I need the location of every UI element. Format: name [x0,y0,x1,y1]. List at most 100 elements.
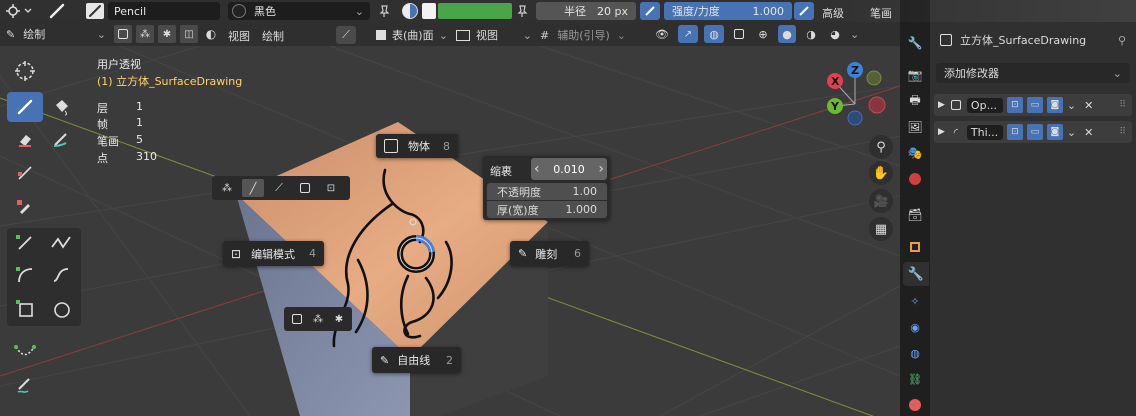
brush-preview-icon[interactable] [86,3,104,19]
eyedropper-tool[interactable] [7,192,43,222]
tool-tab-icon[interactable]: 🔧 [906,34,924,52]
pie-sculpt-mode[interactable]: ✎ 雕刻 6 [510,241,589,266]
fill-tool[interactable] [46,92,76,122]
scale-field[interactable]: ‹ 0.010 › [531,158,607,180]
close-icon[interactable]: ✕ [1084,99,1093,112]
mask-points-icon[interactable]: ⁂ [136,25,154,43]
grid-perspective-icon[interactable]: ▦ [869,217,893,241]
modifier-name-field[interactable]: Op... [966,97,1003,113]
vertex-select-icon[interactable]: ⊡ [320,179,342,197]
view-layer-tab-icon[interactable]: 🖼 [906,118,924,136]
collection-tab-icon[interactable]: 🗃 [906,206,924,224]
solid-shading-icon[interactable]: ● [778,25,796,43]
multiframe-icon[interactable]: ◫ [180,25,198,43]
modifier-panel[interactable]: ▶ Op... ⊡ ▭ ◙ ⌄ ✕ ⠿ [934,94,1132,116]
cutter-tool[interactable] [7,158,43,188]
camera-icon[interactable]: 🎥 [869,189,893,213]
gizmo-toggle-icon[interactable]: ↗ [678,25,698,43]
output-tab-icon[interactable]: 🖶 [906,92,924,110]
material-shading-icon[interactable]: ◑ [802,28,820,41]
mask-segment-icon[interactable]: ✱ [330,310,348,328]
material-tab-icon[interactable] [906,396,924,414]
editor-type-icon[interactable] [6,3,34,19]
annotate-tool[interactable] [7,370,43,400]
opacity-field[interactable]: 不透明度 1.00 [487,183,607,200]
advanced-menu-cut[interactable]: 高级 [822,5,852,21]
stroke-placement-dropdown[interactable]: 表(曲)面 ⌄ [372,26,448,44]
drag-handle-icon[interactable]: ⠿ [1119,127,1126,137]
stroke-menu-cut[interactable]: 笔画 [870,5,898,21]
decrement-arrow-icon[interactable]: ‹ [534,161,540,177]
box-select-icon[interactable] [294,179,316,197]
object-tab-icon[interactable] [906,238,924,256]
cursor-tool[interactable] [7,56,43,86]
tint-tool[interactable] [46,124,76,154]
erase-tool[interactable] [7,124,43,154]
stroke-color-swatch[interactable] [422,3,436,19]
modifier-tab-icon[interactable]: 🔧 [903,262,929,286]
orientation-dropdown[interactable]: 视图 ⌄ [452,26,532,44]
zoom-icon[interactable]: ⚲ [869,135,893,159]
object-data-tab-icon[interactable]: ⛓ [906,370,924,388]
chevron-down-icon[interactable]: ⌄ [1067,126,1076,139]
strength-field[interactable]: 强度/力度 1.000 [664,2,792,20]
brush-icon[interactable]: ╱ [242,179,264,197]
polyline-tool[interactable] [45,230,77,256]
chevron-down-icon[interactable]: ⌄ [1067,99,1076,112]
modifier-name-field[interactable]: Thi... [966,124,1003,140]
expand-arrow-icon[interactable]: ▶ [938,127,945,137]
constraints-tab-icon[interactable]: ◍ [906,344,924,362]
hand-icon[interactable]: ✋ [869,161,893,185]
xray-icon[interactable] [730,29,748,39]
expand-arrow-icon[interactable]: ▶ [938,100,945,110]
pressure-strength-icon[interactable] [794,2,814,20]
fill-color-swatch[interactable] [438,3,512,19]
box-tool[interactable] [9,296,41,322]
pie-object-mode[interactable]: 物体 8 [376,134,458,158]
world-tab-icon[interactable] [906,170,924,188]
view-menu[interactable]: 视图 [228,28,250,44]
viewport-toggle-icon[interactable]: ▭ [1026,97,1043,113]
mode-selector[interactable]: ✎ 绘制 ⌄ [6,26,106,42]
pie-edit-mode[interactable]: ⊡ 编辑模式 4 [223,241,324,266]
scene-tab-icon[interactable]: 🎭 [906,144,924,162]
line-tool[interactable] [9,230,41,256]
modifier-panel[interactable]: ▶ ◜ Thi... ⊡ ▭ ◙ ⌄ ✕ ⠿ [934,121,1132,143]
rendered-shading-icon[interactable]: ◕ [826,28,844,41]
render-tab-icon[interactable]: 📷 [906,66,924,84]
pin-icon[interactable] [376,3,392,19]
overlay-toggle-icon[interactable]: ◍ [704,25,724,43]
circle-tool[interactable] [45,296,77,322]
brush-name-field[interactable]: Pencil [108,2,220,20]
close-icon[interactable]: ✕ [1084,126,1093,139]
navigation-gizmo[interactable]: Z X Y [822,58,892,128]
chevron-down-icon[interactable]: ⌄ [850,28,859,41]
render-toggle-icon[interactable]: ◙ [1046,97,1063,113]
brush-icon[interactable] [48,2,66,20]
eye-icon[interactable]: 👁 [652,28,672,41]
interpolate-tool[interactable] [7,334,43,364]
pie-freehand[interactable]: ✎ 自由线 2 [372,347,461,373]
physics-tab-icon[interactable]: ◉ [906,318,924,336]
mask-segment-icon[interactable]: ✱ [158,25,176,43]
edit-mode-toggle-icon[interactable]: ⊡ [1006,97,1023,113]
drag-handle-icon[interactable]: ⠿ [1119,100,1126,110]
mask-stroke-icon[interactable] [114,25,132,43]
render-toggle-icon[interactable]: ◙ [1046,124,1063,140]
mask-points-icon[interactable]: ⁂ [309,310,327,328]
color-field[interactable]: 黑色 ⌄ [228,2,370,20]
increment-arrow-icon[interactable]: › [598,161,604,177]
arc-tool[interactable] [9,262,41,288]
falloff-icon[interactable]: ◐ [202,25,220,43]
eyedropper-icon[interactable]: ⟋ [268,179,290,197]
shader-fx-tab-icon[interactable]: ✧ [906,292,924,310]
mask-stroke-icon[interactable] [288,310,306,328]
color-mode-icon[interactable] [402,3,418,19]
wireframe-shading-icon[interactable]: ⊕ [754,28,772,41]
pin-icon[interactable] [514,3,530,19]
mask-points-icon[interactable]: ⁂ [216,179,238,197]
guides-dropdown[interactable]: # 辅助(引导) ⌄ [538,26,626,44]
eyedropper-icon[interactable]: ⟋ [336,26,356,44]
edit-mode-toggle-icon[interactable]: ⊡ [1006,124,1023,140]
draw-tool[interactable] [7,92,43,122]
